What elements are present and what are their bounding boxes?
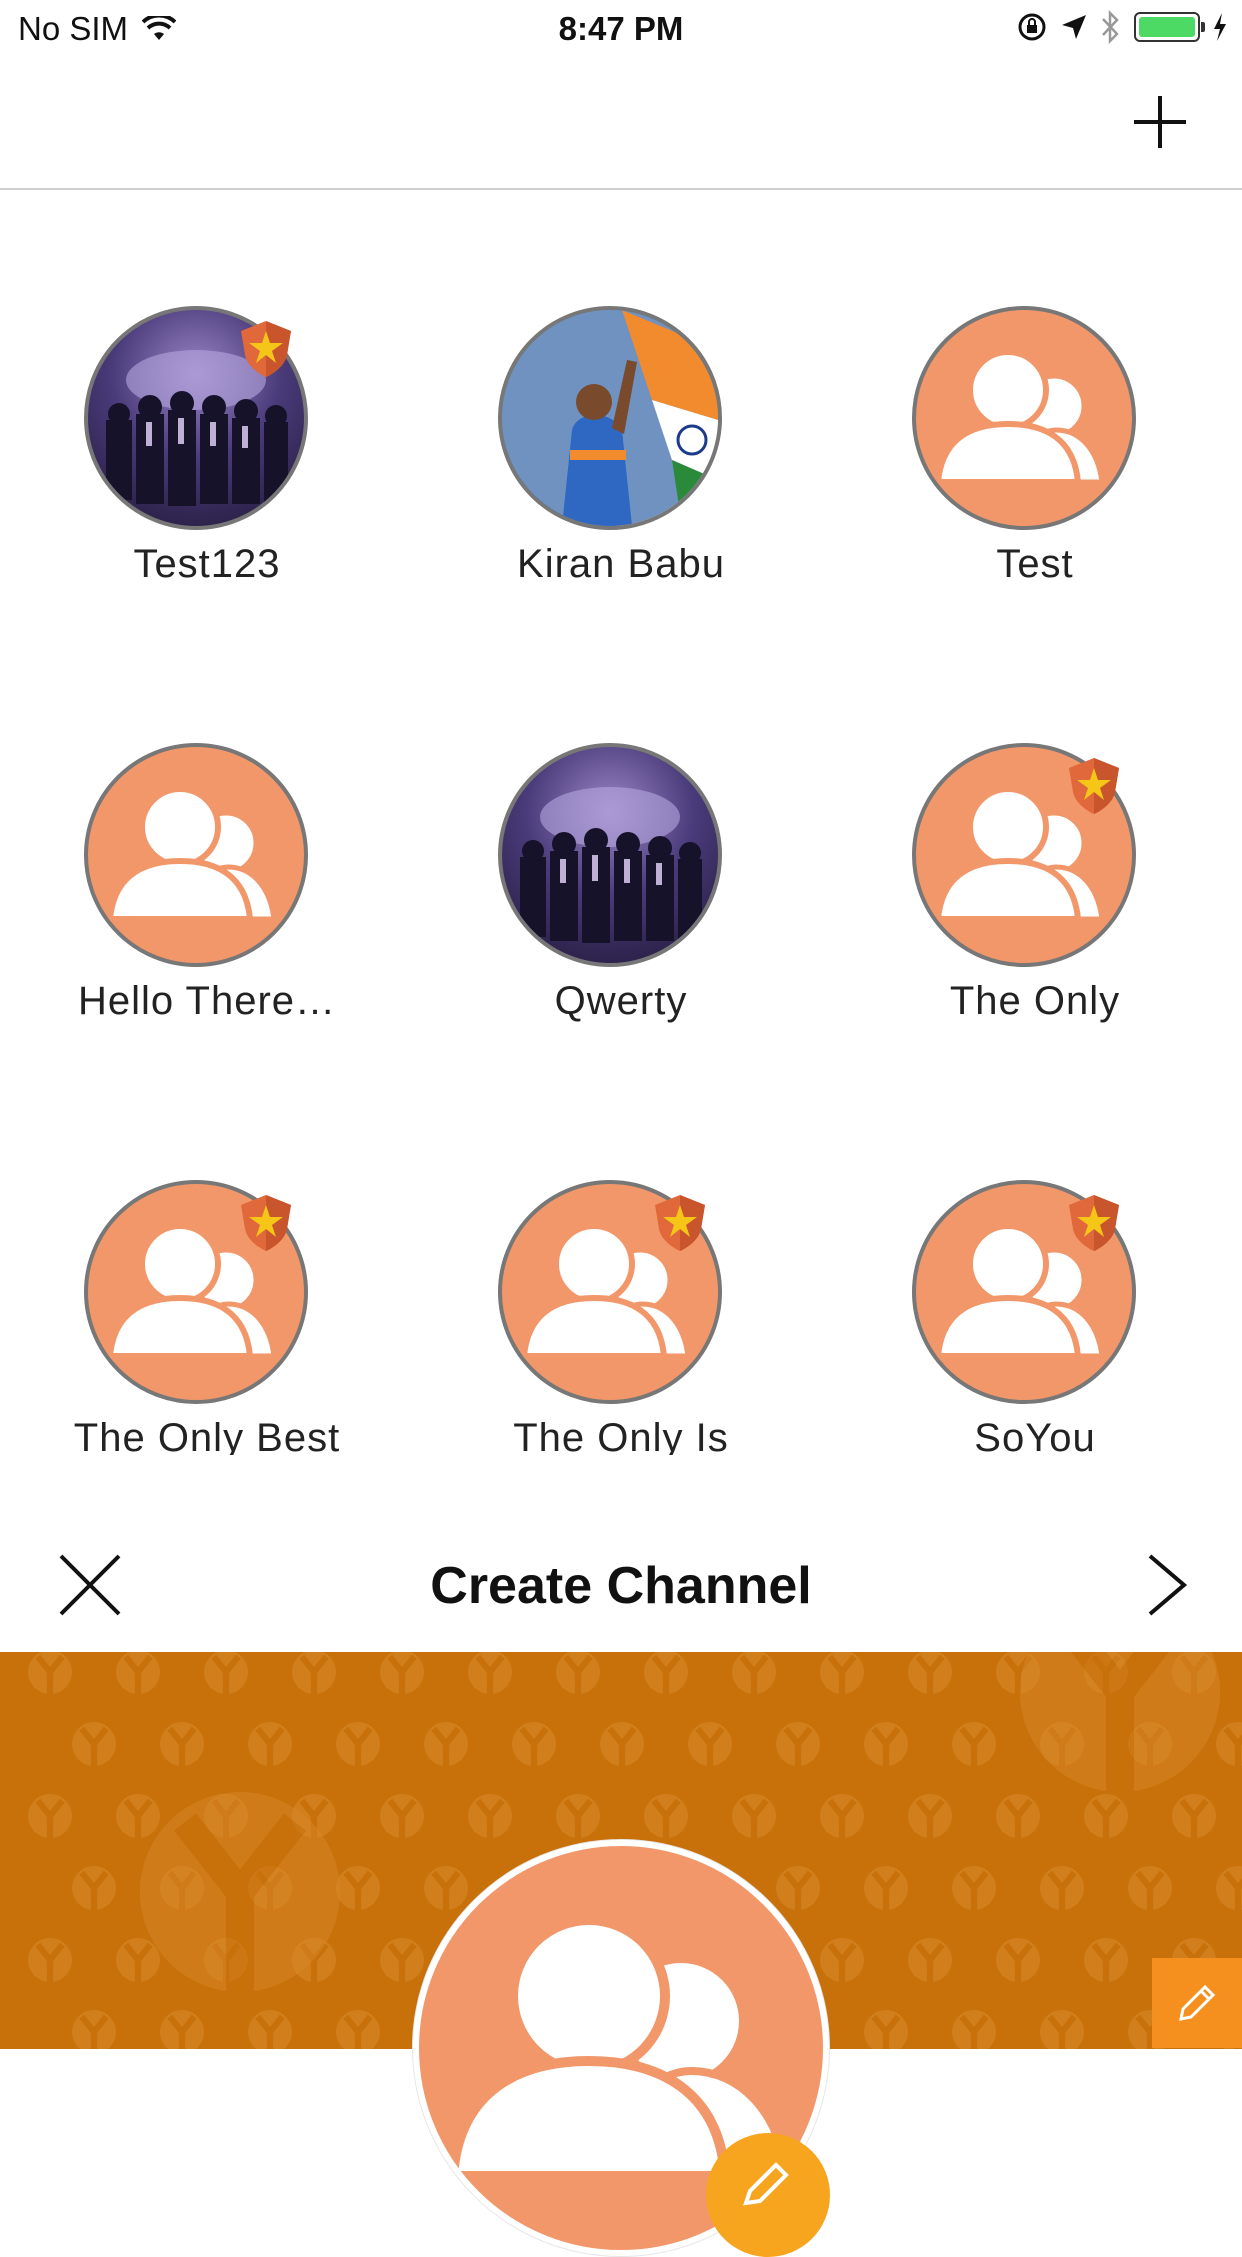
bluetooth-icon (1102, 10, 1119, 44)
charging-icon (1214, 13, 1226, 41)
featured-badge-icon (241, 321, 291, 377)
channel-name: Kiran Babu (517, 542, 725, 586)
channel-name: The Only (949, 979, 1121, 1023)
channel-name: Hello There… (77, 979, 337, 1023)
channel-name: SoYou (974, 1416, 1096, 1455)
orientation-lock-icon (1018, 13, 1046, 41)
group-photo (520, 787, 702, 943)
channel-grid: Test123 Kiran Babu Test Hello There… Qwe… (0, 190, 1242, 1455)
channel-name: The Only Best (73, 1416, 341, 1455)
add-channel-button[interactable] (1128, 90, 1192, 154)
channel-avatar[interactable] (84, 743, 308, 967)
featured-badge-icon (655, 1195, 705, 1251)
status-right (1016, 10, 1228, 44)
channel-cell[interactable]: SoYou (828, 1064, 1242, 1455)
featured-badge-icon (1069, 1195, 1119, 1251)
featured-badge-icon (1069, 758, 1119, 814)
location-icon (1062, 15, 1086, 39)
channel-name: Test123 (133, 542, 281, 586)
pencil-icon (1179, 1984, 1216, 2021)
navigation-bar (0, 60, 1242, 190)
battery-fill (1139, 17, 1195, 37)
chevron-right-icon[interactable] (1142, 1550, 1192, 1620)
channel-avatar[interactable] (498, 306, 722, 530)
channel-avatar[interactable] (912, 306, 1136, 530)
channel-cell[interactable]: Hello There… (0, 627, 414, 1064)
battery-icon (1134, 12, 1205, 42)
featured-badge-icon (241, 1195, 291, 1251)
edit-avatar-button[interactable] (706, 2133, 830, 2257)
people-icon (106, 786, 277, 922)
channel-cell[interactable]: Kiran Babu (414, 190, 828, 627)
channel-avatar[interactable] (498, 743, 722, 967)
status-bar: No SIM 8:47 PM (0, 0, 1242, 60)
channel-cell[interactable]: Test (828, 190, 1242, 627)
pencil-icon (743, 2162, 789, 2206)
create-channel-title: Create Channel (430, 1557, 812, 1615)
channel-name: Qwerty (554, 979, 688, 1023)
cricket-photo (502, 310, 718, 526)
channel-name: Test (996, 542, 1074, 586)
channel-cell[interactable]: The Only Best (0, 1064, 414, 1455)
create-channel-header: Create Channel (0, 1500, 1242, 1652)
edit-cover-button[interactable] (1152, 1958, 1242, 2048)
people-icon (934, 349, 1105, 485)
channel-cell[interactable]: The Only Is (414, 1064, 828, 1455)
channel-name: The Only Is (513, 1416, 729, 1455)
channel-cell[interactable]: Test123 (0, 190, 414, 627)
channel-cell[interactable]: Qwerty (414, 627, 828, 1064)
channel-cell[interactable]: The Only (828, 627, 1242, 1064)
